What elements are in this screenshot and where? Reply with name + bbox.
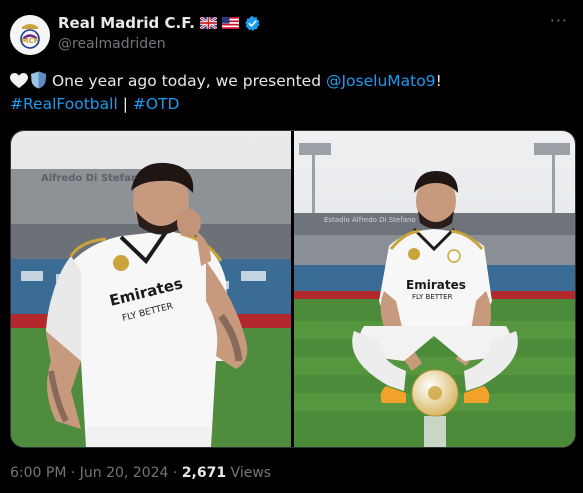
- views-count: 2,671: [181, 465, 227, 481]
- tweet-text: One year ago today, we presented @Joselu…: [10, 70, 570, 116]
- tweet-line-1: One year ago today, we presented @Joselu…: [10, 70, 570, 93]
- tweet-line-2: #RealFootball | #OTD: [10, 93, 570, 116]
- display-name[interactable]: Real Madrid C.F.: [58, 14, 195, 32]
- blue-shield-icon: [31, 71, 46, 89]
- tweet-meta: 6:00 PM · Jun 20, 2024 · 2,671 Views: [10, 465, 271, 481]
- svg-text:MCF: MCF: [22, 37, 39, 45]
- views-label: Views: [226, 465, 272, 481]
- handle[interactable]: @realmadriden: [58, 36, 166, 52]
- meta-separator-1: ·: [66, 465, 80, 481]
- hashtag-realfootball[interactable]: #RealFootball: [10, 95, 118, 113]
- avatar[interactable]: MCF: [10, 15, 50, 55]
- right-stadium-sign: Estadio Alfredo Di Stefano: [324, 216, 416, 224]
- mention-link[interactable]: @JoseluMato9: [326, 72, 436, 90]
- hashtag-otd[interactable]: #OTD: [133, 95, 180, 113]
- left-stadium-sign: Alfredo Di Stefano: [41, 173, 145, 184]
- tweet-time[interactable]: 6:00 PM: [10, 465, 66, 481]
- player-crouching-with-ball-photo: Estadio Alfredo Di Stefano Emirates FLY …: [294, 131, 575, 447]
- tweet-text-suffix: !: [435, 72, 442, 90]
- jersey-sponsor-right: Emirates: [406, 278, 466, 292]
- tweet-header: MCF Real Madrid C.F. @realmadriden ···: [10, 11, 573, 61]
- tweet-text-prefix: One year ago today, we presented: [51, 72, 326, 90]
- verified-badge-icon: [245, 15, 260, 31]
- tweet-date[interactable]: Jun 20, 2024: [80, 465, 169, 481]
- meta-separator-2: ·: [168, 465, 182, 481]
- media-photo-left[interactable]: Alfredo Di Stefano Emirates FLY BETTER: [11, 131, 291, 447]
- more-options-icon[interactable]: ···: [550, 11, 568, 30]
- media-photo-right[interactable]: Estadio Alfredo Di Stefano Emirates FLY …: [294, 131, 575, 447]
- player-kissing-crest-photo: Alfredo Di Stefano Emirates FLY BETTER: [11, 131, 291, 447]
- tweet-media: Alfredo Di Stefano Emirates FLY BETTER E…: [10, 130, 576, 448]
- uk-flag-icon: [199, 17, 217, 29]
- hashtag-separator: |: [117, 95, 133, 113]
- real-madrid-crest-icon: MCF: [10, 15, 50, 55]
- us-flag-icon: [221, 17, 239, 29]
- white-heart-icon: [10, 73, 28, 88]
- jersey-sponsor-tagline-right: FLY BETTER: [412, 293, 453, 301]
